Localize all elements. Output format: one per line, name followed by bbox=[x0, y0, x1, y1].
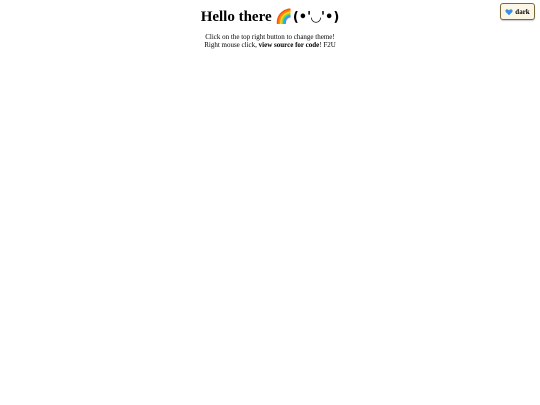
theme-toggle-button[interactable]: dark bbox=[500, 3, 535, 20]
instructions: Click on the top right button to change … bbox=[0, 33, 540, 49]
instructions-line-1: Click on the top right button to change … bbox=[205, 33, 335, 41]
blue-heart-icon bbox=[505, 8, 513, 15]
instructions-line-2-prefix: Right mouse click, bbox=[204, 41, 259, 49]
view-source-text: view source for code bbox=[258, 41, 320, 49]
instructions-line-2: Right mouse click, view source for code!… bbox=[0, 41, 540, 49]
theme-button-label: dark bbox=[515, 7, 530, 16]
greeting-text: Hello there bbox=[200, 9, 272, 25]
page-title: Hello there 🌈(•'◡'•) bbox=[0, 6, 540, 29]
rainbow-emoji-icon: 🌈 bbox=[275, 9, 293, 25]
instructions-line-2-suffix: ! F2U bbox=[319, 41, 336, 49]
kaomoji-face: (•'◡'•) bbox=[292, 10, 340, 25]
